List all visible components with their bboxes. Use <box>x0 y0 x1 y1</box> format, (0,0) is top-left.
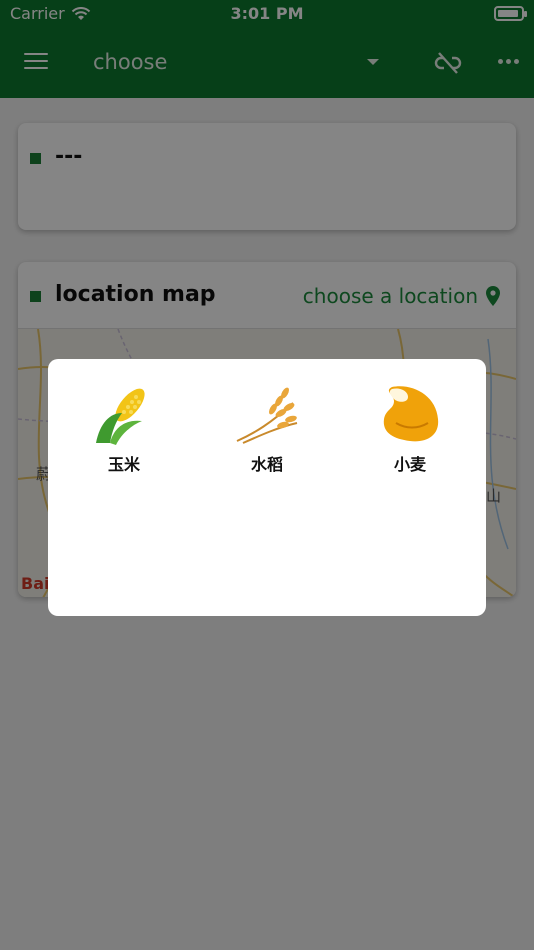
crop-picker-dialog: 玉米 水稻 小麦 <box>48 359 486 616</box>
wheat-bean-icon <box>383 386 439 442</box>
crop-label: 小麦 <box>393 455 426 474</box>
rice-icon <box>236 387 298 444</box>
corn-icon <box>96 388 145 445</box>
crop-option-wheat[interactable]: 小麦 <box>350 383 470 475</box>
crop-option-rice[interactable]: 水稻 <box>207 383 327 475</box>
crop-label: 玉米 <box>107 455 140 474</box>
crop-option-corn[interactable]: 玉米 <box>64 383 184 475</box>
crop-label: 水稻 <box>250 455 283 474</box>
